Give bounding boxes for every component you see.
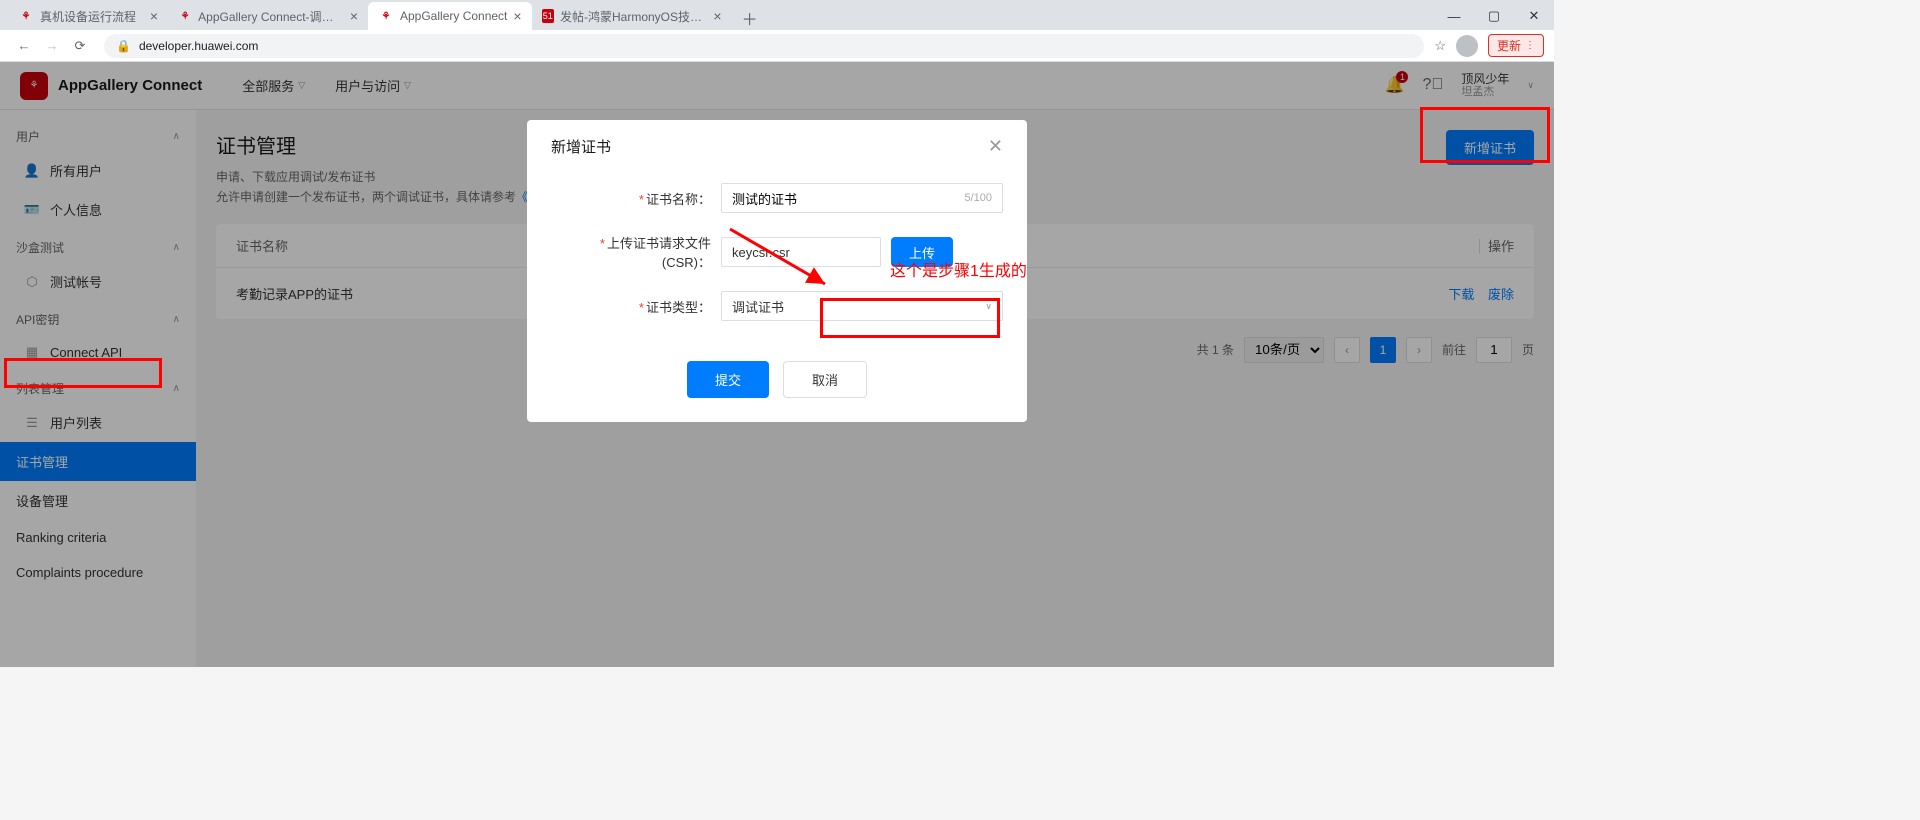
huawei-favicon: ⚘	[178, 8, 192, 24]
huawei-favicon: ⚘	[18, 8, 34, 24]
label-cert-name: *证书名称：	[551, 189, 711, 208]
input-cert-name[interactable]: 5/100	[721, 183, 1003, 213]
huawei-favicon: ⚘	[378, 8, 394, 24]
maximize-icon[interactable]: ▢	[1474, 2, 1514, 30]
cert-type-value: 调试证书	[732, 297, 784, 316]
label-csr: *上传证书请求文件(CSR)：	[551, 233, 711, 271]
select-cert-type[interactable]: 调试证书 ∨	[721, 291, 1003, 321]
lock-icon: 🔒	[116, 39, 131, 53]
address-bar: ← → ⟳ 🔒 developer.huawei.com ☆ 更新⋮	[0, 30, 1554, 62]
browser-tab[interactable]: 51 发帖-鸿蒙HarmonyOS技术社区 ×	[532, 2, 732, 30]
cert-name-field[interactable]	[732, 191, 964, 206]
back-icon[interactable]: ←	[10, 32, 38, 60]
browser-tab[interactable]: ⚘ AppGallery Connect-调试Harm ×	[168, 2, 368, 30]
browser-tab[interactable]: ⚘ 真机设备运行流程 ×	[8, 2, 168, 30]
input-csr-file: keycsr.csr	[721, 237, 881, 267]
app-root: ⚘ AppGallery Connect 全部服务▽ 用户与访问▽ 🔔 1 ?⃝…	[0, 62, 1554, 667]
forward-icon[interactable]: →	[38, 32, 66, 60]
red51-favicon: 51	[542, 9, 554, 23]
modal-close-icon[interactable]: ✕	[988, 136, 1003, 157]
tab-title: 发帖-鸿蒙HarmonyOS技术社区	[560, 8, 707, 25]
tab-close-icon[interactable]: ×	[713, 8, 721, 24]
modal-overlay: 新增证书 ✕ *证书名称： 5/100 *上传证书请求文件(CSR)： keyc…	[0, 62, 1554, 667]
tab-close-icon[interactable]: ×	[150, 8, 158, 24]
tab-title: 真机设备运行流程	[40, 8, 136, 25]
tab-close-icon[interactable]: ×	[513, 8, 521, 24]
tab-title: AppGallery Connect	[400, 9, 507, 23]
minimize-icon[interactable]: —	[1434, 2, 1474, 30]
cancel-button[interactable]: 取消	[783, 361, 867, 398]
annotation-text-step1: 这个是步骤1生成的	[890, 257, 1027, 281]
reload-icon[interactable]: ⟳	[66, 32, 94, 60]
profile-icon[interactable]	[1456, 35, 1478, 57]
char-count: 5/100	[964, 192, 992, 204]
label-cert-type: *证书类型：	[551, 297, 711, 316]
submit-button[interactable]: 提交	[687, 361, 769, 398]
star-icon[interactable]: ☆	[1434, 38, 1446, 54]
window-controls: — ▢ ✕	[1434, 2, 1554, 30]
new-tab-button[interactable]: ＋	[732, 6, 768, 30]
update-button[interactable]: 更新⋮	[1488, 34, 1544, 57]
browser-tab-bar: ⚘ 真机设备运行流程 × ⚘ AppGallery Connect-调试Harm…	[0, 0, 1554, 30]
url-input[interactable]: 🔒 developer.huawei.com	[104, 34, 1424, 58]
tab-title: AppGallery Connect-调试Harm	[198, 8, 344, 25]
tab-close-icon[interactable]: ×	[350, 8, 358, 24]
url-text: developer.huawei.com	[139, 39, 258, 53]
chevron-down-icon: ∨	[985, 301, 992, 312]
modal-title: 新增证书	[551, 136, 611, 157]
browser-tab-active[interactable]: ⚘ AppGallery Connect ×	[368, 2, 532, 30]
csr-filename: keycsr.csr	[732, 245, 790, 260]
close-window-icon[interactable]: ✕	[1514, 2, 1554, 30]
